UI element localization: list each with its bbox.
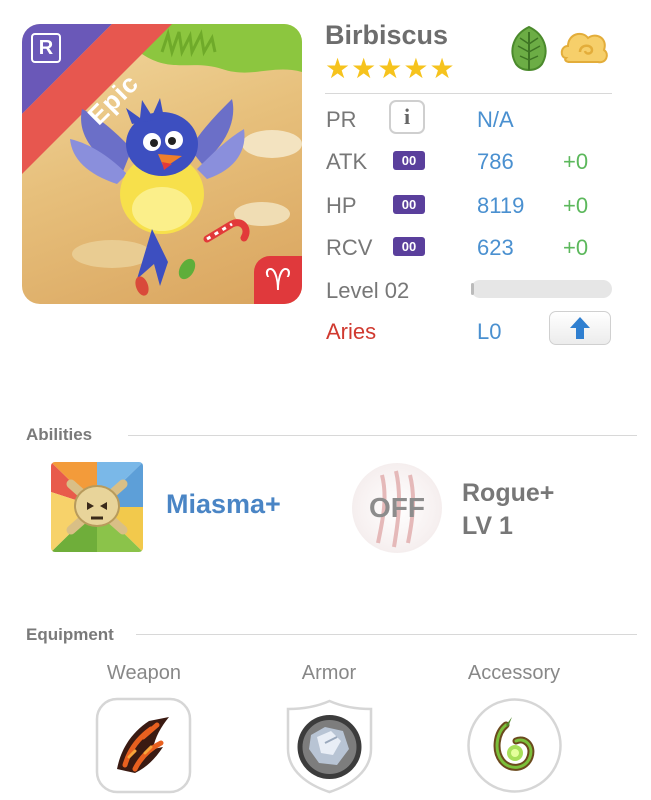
aries-icon: ♈ [254,256,302,304]
rcv-bonus: +0 [563,235,589,260]
info-button[interactable]: i [389,100,425,134]
rcv-value: 623 [477,235,514,260]
ability-name[interactable]: Miasma+ [166,489,281,520]
weapon-claw-icon [95,697,192,794]
skill-info: Rogue+ LV 1 [462,477,554,543]
armor-icon [286,699,373,794]
hp-value: 8119 [477,193,525,218]
star-icon: ★ [377,53,403,84]
star-rating: ★ ★ ★ ★ ★ [325,53,455,84]
armor-label: Armor [301,662,357,684]
info-icon: i [403,104,411,129]
cloud-swirl-icon [560,32,608,64]
skull-icon [51,462,143,552]
atk-plus-badge: 00 [393,151,425,170]
rcv-plus-badge: 00 [393,237,425,256]
armor-slot[interactable] [281,697,378,794]
atk-bonus: +0 [563,149,589,174]
equipment-section-title: Equipment [26,625,114,644]
weapon-slot[interactable] [95,697,192,794]
exp-progress-bar [471,280,612,298]
atk-label: ATK [326,149,368,174]
star-icon: ★ [325,53,351,84]
character-name: Birbiscus [325,20,449,50]
zodiac-level: L0 [477,319,502,344]
equipment-divider [136,634,637,635]
abilities-section-title: Abilities [26,425,93,444]
arrow-up-icon [570,317,590,339]
header-divider [325,93,612,94]
atk-value: 786 [477,149,514,174]
rcv-label: RCV [326,235,373,260]
pr-label: PR [326,107,357,132]
skill-state: OFF [369,492,425,523]
skill-level: LV 1 [462,512,513,540]
accessory-icon [467,698,562,793]
pr-value: N/A [477,107,514,132]
zodiac-label: Aries [326,319,377,344]
level-label: Level 02 [326,278,410,303]
weapon-label: Weapon [106,662,182,684]
accessory-slot[interactable] [466,697,563,794]
skill-name: Rogue+ [462,479,555,507]
accessory-label: Accessory [467,662,561,684]
hp-bonus: +0 [563,193,589,218]
upgrade-button[interactable] [549,311,611,345]
abilities-divider [128,435,637,436]
star-icon: ★ [429,53,455,84]
character-portrait[interactable]: R Epic ♈ [22,24,302,304]
leaf-icon [511,25,547,71]
skill-toggle[interactable]: OFF [352,463,442,553]
rank-badge: R [31,33,61,63]
hp-label: HP [326,193,357,218]
star-icon: ★ [351,53,377,84]
star-icon: ★ [403,53,429,84]
ability-icon[interactable] [51,462,143,552]
hp-plus-badge: 00 [393,195,425,214]
